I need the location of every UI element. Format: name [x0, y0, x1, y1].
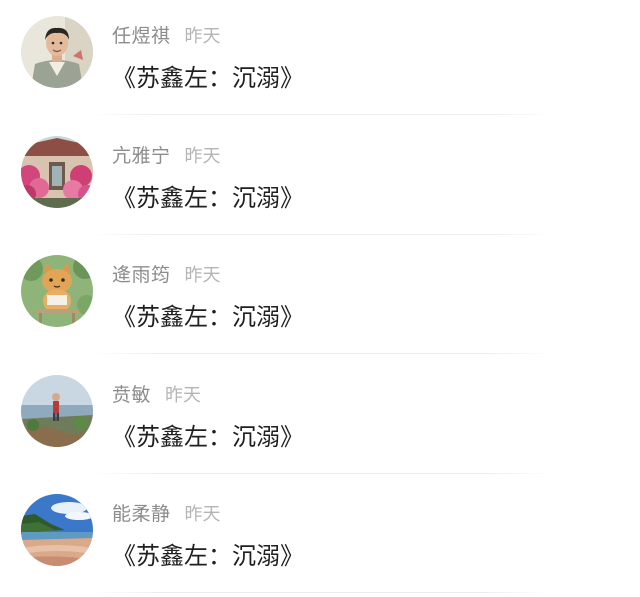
comment-item[interactable]: 任煜祺 昨天 《苏鑫左：沉溺》: [0, 0, 640, 119]
comment-text: 《苏鑫左：沉溺》: [112, 423, 304, 451]
comment-item[interactable]: 贲敏 昨天 《苏鑫左：沉溺》: [0, 359, 640, 478]
comment-item[interactable]: 亢雅宁 昨天 《苏鑫左：沉溺》: [0, 120, 640, 239]
divider: [92, 353, 552, 354]
divider: [92, 234, 552, 235]
comment-time: 昨天: [184, 146, 221, 167]
comment-meta: 任煜祺 昨天: [112, 21, 221, 47]
user-name[interactable]: 任煜祺: [112, 25, 171, 47]
comment-meta: 能柔静 昨天: [112, 499, 221, 525]
user-name[interactable]: 逄雨筠: [112, 264, 171, 286]
user-name[interactable]: 能柔静: [112, 503, 171, 525]
comment-text: 《苏鑫左：沉溺》: [112, 184, 304, 212]
comment-text: 《苏鑫左：沉溺》: [112, 303, 304, 331]
divider: [92, 473, 552, 474]
comment-meta: 逄雨筠 昨天: [112, 260, 221, 286]
comment-text: 《苏鑫左：沉溺》: [112, 542, 304, 570]
comment-list: 任煜祺 昨天 《苏鑫左：沉溺》 亢雅宁 昨天 《苏鑫左：沉溺》 逄雨筠 昨天 《…: [0, 0, 640, 597]
comment-time: 昨天: [165, 385, 202, 406]
comment-time: 昨天: [184, 504, 221, 525]
lakeside-person-avatar-icon[interactable]: [21, 375, 93, 447]
divider: [92, 114, 552, 115]
comment-text: 《苏鑫左：沉溺》: [112, 64, 304, 92]
beach-landscape-avatar-icon[interactable]: [21, 494, 93, 566]
flower-house-avatar-icon[interactable]: [21, 136, 93, 208]
comment-meta: 贲敏 昨天: [112, 380, 201, 406]
comment-meta: 亢雅宁 昨天: [112, 141, 221, 167]
cartoon-cat-avatar-icon[interactable]: [21, 255, 93, 327]
comment-time: 昨天: [184, 265, 221, 286]
user-name[interactable]: 亢雅宁: [112, 145, 171, 167]
comment-time: 昨天: [184, 26, 221, 47]
divider: [92, 592, 552, 593]
user-name[interactable]: 贲敏: [112, 384, 151, 406]
comment-item[interactable]: 逄雨筠 昨天 《苏鑫左：沉溺》: [0, 239, 640, 358]
comment-item[interactable]: 能柔静 昨天 《苏鑫左：沉溺》: [0, 478, 640, 597]
young-man-avatar-icon[interactable]: [21, 16, 93, 88]
